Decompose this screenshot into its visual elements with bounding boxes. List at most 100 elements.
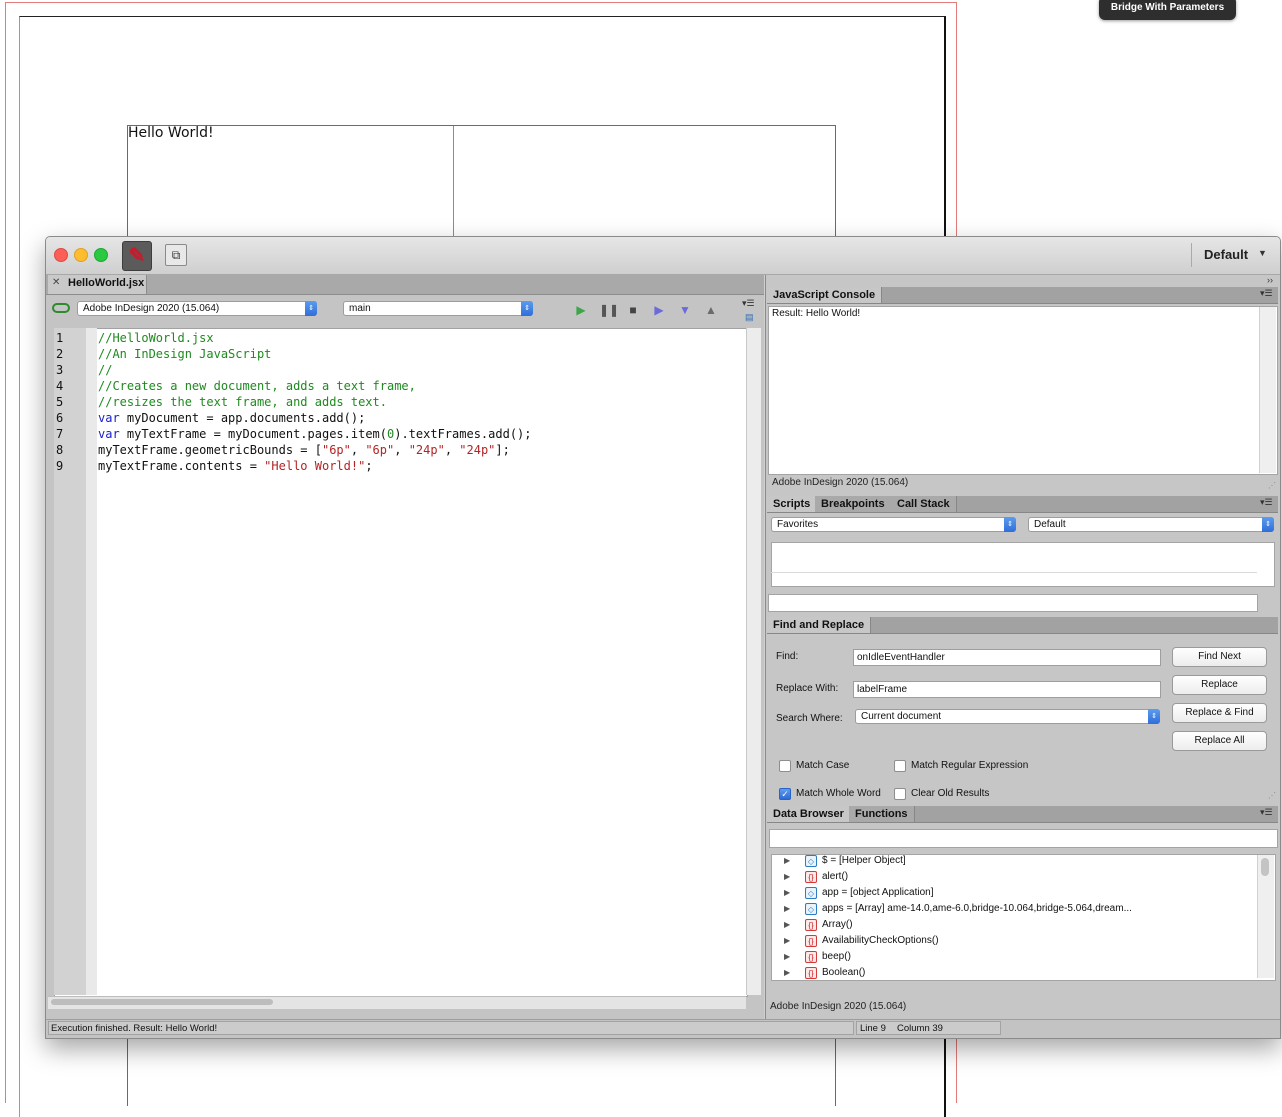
tab-javascript-console[interactable]: JavaScript Console	[767, 287, 883, 303]
tree-row[interactable]: ▶ {} alert()	[772, 869, 1252, 885]
code-line[interactable]: myTextFrame.geometricBounds = ["6p", "6p…	[98, 442, 510, 458]
code-line[interactable]: myTextFrame.contents = "Hello World!";	[98, 458, 373, 474]
tree-item-label: app = [object Application]	[822, 887, 934, 898]
data-browser-filter-input[interactable]	[769, 829, 1278, 848]
expand-triangle-icon[interactable]: ▶	[784, 869, 790, 885]
window-layout-icon[interactable]: ⧉	[165, 244, 187, 266]
tree-item-label: alert()	[822, 871, 849, 882]
text-frame-content: Hello World!	[128, 125, 214, 141]
estk-logo-icon[interactable]: ✎	[122, 241, 152, 271]
step-out-icon[interactable]: ▲	[703, 303, 719, 317]
document-icon[interactable]: ▤	[745, 312, 754, 323]
select-arrows-icon: ⇕	[1148, 709, 1160, 724]
line-number: 1	[56, 331, 64, 345]
tree-row[interactable]: ▶ {} Boolean()	[772, 965, 1252, 980]
tab-scripts[interactable]: Scripts	[767, 496, 818, 512]
console-scrollbar[interactable]	[1259, 307, 1276, 473]
tab-data-browser[interactable]: Data Browser	[767, 806, 851, 822]
code-line[interactable]: //An InDesign JavaScript	[98, 346, 271, 362]
resize-grip-icon[interactable]: ⋰	[1268, 791, 1276, 800]
code-line[interactable]: //HelloWorld.jsx	[98, 330, 214, 346]
data-browser-tree[interactable]: ▶ ◇ $ = [Helper Object] ▶ {} alert() ▶ ◇ app = […	[771, 854, 1276, 981]
expand-triangle-icon[interactable]: ▶	[784, 965, 790, 980]
horizontal-scroll-thumb[interactable]	[51, 999, 273, 1005]
code-line[interactable]: //	[98, 362, 112, 378]
status-column: Column 39	[897, 1023, 943, 1034]
editor-vertical-scrollbar[interactable]	[746, 328, 761, 995]
close-tab-icon[interactable]: ✕	[52, 277, 60, 288]
replace-input[interactable]: labelFrame	[853, 681, 1161, 698]
find-next-button[interactable]: Find Next	[1172, 647, 1267, 667]
step-over-icon[interactable]: ▶	[651, 303, 667, 317]
match-case-checkbox[interactable]	[779, 760, 791, 772]
clear-old-results-label[interactable]: Clear Old Results	[911, 788, 989, 799]
match-case-label[interactable]: Match Case	[796, 760, 849, 771]
expand-triangle-icon[interactable]: ▶	[784, 933, 790, 949]
pause-icon[interactable]: ❚❚	[599, 303, 619, 317]
expand-triangle-icon[interactable]: ▶	[784, 917, 790, 933]
search-where-value: Current document	[861, 711, 942, 722]
tree-row[interactable]: ▶ {} Array()	[772, 917, 1252, 933]
code-line[interactable]: var myTextFrame = myDocument.pages.item(…	[98, 426, 532, 442]
expand-dock-icon[interactable]: ››	[1267, 275, 1273, 285]
run-icon[interactable]: ▶	[573, 303, 589, 317]
tab-find-and-replace[interactable]: Find and Replace	[767, 617, 872, 633]
code-line[interactable]: //Creates a new document, adds a text fr…	[98, 378, 416, 394]
tab-call-stack[interactable]: Call Stack	[891, 496, 957, 512]
line-number: 9	[56, 459, 64, 473]
function-icon: {}	[805, 935, 817, 947]
expand-triangle-icon[interactable]: ▶	[784, 901, 790, 917]
match-whole-word-checkbox[interactable]: ✓	[779, 788, 791, 800]
search-where-label: Search Where:	[776, 713, 843, 724]
match-regex-checkbox[interactable]	[894, 760, 906, 772]
scripts-menu-icon[interactable]: ▾☰	[1260, 497, 1273, 508]
console-output[interactable]	[768, 306, 1278, 475]
target-application-select[interactable]: Adobe InDesign 2020 (15.064) ⇕	[77, 301, 317, 316]
chevron-down-icon[interactable]: ▼	[1258, 248, 1267, 258]
breakpoint-gutter[interactable]	[86, 328, 97, 995]
tree-row[interactable]: ▶ ◇ $ = [Helper Object]	[772, 855, 1252, 869]
title-bar	[46, 237, 1280, 275]
panel-menu-icon[interactable]: ▾☰	[742, 298, 755, 309]
replace-all-button[interactable]: Replace All	[1172, 731, 1267, 751]
tree-row[interactable]: ▶ {} AvailabilityCheckOptions()	[772, 933, 1252, 949]
code-line[interactable]: var myDocument = app.documents.add();	[98, 410, 365, 426]
tree-row[interactable]: ▶ {} beep()	[772, 949, 1252, 965]
match-whole-word-label[interactable]: Match Whole Word	[796, 788, 881, 799]
tree-row[interactable]: ▶ ◇ app = [object Application]	[772, 885, 1252, 901]
minimize-window-button[interactable]	[74, 248, 88, 262]
replace-and-find-button[interactable]: Replace & Find	[1172, 703, 1267, 723]
stop-icon[interactable]: ■	[625, 303, 641, 317]
select-arrows-icon: ⇕	[521, 301, 533, 316]
data-browser-menu-icon[interactable]: ▾☰	[1260, 807, 1273, 818]
match-regex-label[interactable]: Match Regular Expression	[911, 760, 1028, 771]
engine-select[interactable]: main ⇕	[343, 301, 533, 316]
tree-row[interactable]: ▶ ◇ apps = [Array] ame-14.0,ame-6.0,bridge…	[772, 901, 1252, 917]
expand-triangle-icon[interactable]: ▶	[784, 949, 790, 965]
scripts-folder-select[interactable]: Favorites ⇕	[771, 517, 1016, 532]
find-input[interactable]: onIdleEventHandler	[853, 649, 1161, 666]
console-result-text: Result: Hello World!	[772, 308, 861, 319]
console-menu-icon[interactable]: ▾☰	[1260, 288, 1273, 299]
resize-grip-icon[interactable]: ⋰	[1268, 481, 1276, 490]
data-browser-scroll-thumb[interactable]	[1261, 858, 1269, 876]
expand-triangle-icon[interactable]: ▶	[784, 885, 790, 901]
clear-old-results-checkbox[interactable]	[894, 788, 906, 800]
code-line[interactable]: //resizes the text frame, and adds text.	[98, 394, 387, 410]
tab-functions[interactable]: Functions	[849, 806, 915, 822]
replace-button[interactable]: Replace	[1172, 675, 1267, 695]
link-icon[interactable]	[52, 303, 70, 313]
tab-breakpoints[interactable]: Breakpoints	[815, 496, 892, 512]
object-icon: ◇	[805, 903, 817, 915]
scripts-target-value: Default	[1034, 519, 1066, 530]
document-tab-title[interactable]: HelloWorld.jsx	[68, 277, 144, 289]
tree-item-label: apps = [Array] ame-14.0,ame-6.0,bridge-1…	[822, 903, 1132, 914]
close-window-button[interactable]	[54, 248, 68, 262]
step-into-icon[interactable]: ▼	[677, 303, 693, 317]
scripts-filter-field[interactable]	[768, 594, 1258, 612]
search-where-select[interactable]: Current document ⇕	[855, 709, 1160, 724]
workspace-selector[interactable]: Default	[1204, 247, 1248, 262]
scripts-target-select[interactable]: Default ⇕	[1028, 517, 1274, 532]
expand-triangle-icon[interactable]: ▶	[784, 855, 790, 869]
zoom-window-button[interactable]	[94, 248, 108, 262]
